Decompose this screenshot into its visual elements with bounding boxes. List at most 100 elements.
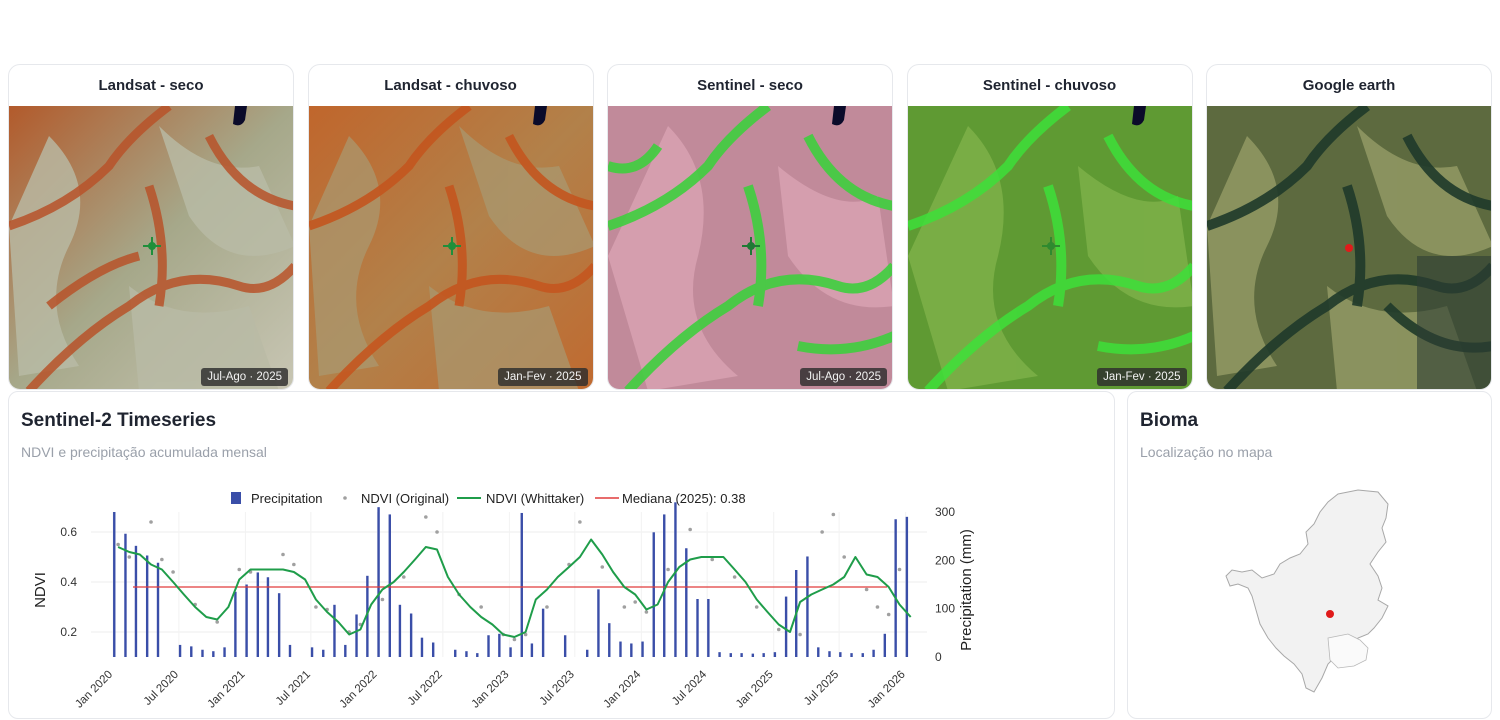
x-tick-label: Jan 2026 <box>866 669 908 711</box>
panel-subtitle: NDVI e precipitação acumulada mensal <box>21 444 267 460</box>
ndvi-point <box>798 632 802 637</box>
timeseries-chart[interactable]: Precipitation NDVI (Original) NDVI (Whit… <box>9 482 1009 718</box>
precip-bar <box>344 644 347 657</box>
precip-bar <box>256 572 260 657</box>
ndvi-point <box>897 567 902 572</box>
card-google-earth[interactable]: Google earth <box>1206 64 1492 390</box>
precip-bar <box>817 647 820 657</box>
ndvi-point <box>710 557 715 562</box>
x-tick-label: Jul 2023 <box>538 669 577 708</box>
precip-bar <box>178 644 182 657</box>
date-badge: Jan-Fev · 2025 <box>498 368 588 386</box>
ndvi-point <box>578 520 582 524</box>
y-axis-label: NDVI <box>32 572 49 608</box>
precip-bar <box>288 644 292 657</box>
precip-bar <box>277 593 281 657</box>
card-landsat-seco[interactable]: Landsat - seco Jul-Ago · 2025 <box>8 64 294 390</box>
ndvi-point <box>160 557 164 562</box>
precip-bar <box>420 637 424 657</box>
precip-bar <box>894 519 897 657</box>
y2-tick-label: 0 <box>935 650 942 664</box>
x-tick-label: Jul 2021 <box>274 669 313 708</box>
panel-subtitle: Localização no mapa <box>1140 444 1273 460</box>
ndvi-point <box>831 512 836 517</box>
precip-bar <box>124 533 127 657</box>
precip-bar <box>883 633 887 657</box>
satellite-image[interactable] <box>1207 106 1491 389</box>
card-title: Google earth <box>1302 77 1396 94</box>
ndvi-point <box>292 562 296 567</box>
precip-bar <box>641 641 644 657</box>
date-badge: Jul-Ago · 2025 <box>201 368 288 386</box>
precip-bar <box>861 653 864 657</box>
ndvi-whittaker-line <box>117 538 912 638</box>
precip-bar <box>409 613 413 657</box>
precip-bar <box>828 651 831 657</box>
ndvi-point <box>875 605 880 609</box>
ndvi-point <box>622 605 627 609</box>
card-sentinel-chuvoso[interactable]: Sentinel - chuvoso Jan-Fev · 2025 <box>906 64 1193 390</box>
precip-bar <box>905 516 909 657</box>
biome-shape <box>1225 489 1389 693</box>
precip-bar <box>322 649 325 657</box>
card-title: Landsat - chuvoso <box>384 77 517 94</box>
card-title: Sentinel - chuvoso <box>982 77 1117 94</box>
location-marker <box>1326 610 1334 618</box>
precip-bar <box>872 649 875 657</box>
legend-median-label: Mediana (2025): 0.38 <box>622 491 746 506</box>
precip-bar <box>718 652 721 657</box>
legend-ndvi-original-label: NDVI (Original) <box>361 491 449 506</box>
precip-bar <box>156 562 160 657</box>
x-tick-label: Jan 2022 <box>338 669 380 711</box>
card-title: Sentinel - seco <box>697 77 803 94</box>
precip-bar <box>850 653 853 657</box>
y2-axis-label: Precipitation (mm) <box>958 529 975 651</box>
ndvi-point <box>545 605 549 609</box>
panel-title: Bioma <box>1140 410 1199 431</box>
precip-bar <box>685 548 688 657</box>
precip-bar <box>134 545 138 657</box>
precip-bar <box>223 647 226 657</box>
precip-bar <box>652 532 655 657</box>
precip-bar <box>234 591 237 657</box>
precip-bar <box>355 614 358 657</box>
precip-bar <box>509 647 512 657</box>
satellite-image[interactable]: Jul-Ago · 2025 <box>608 106 892 389</box>
precip-bar <box>465 651 468 657</box>
ndvi-point <box>864 587 869 592</box>
ndvi-point <box>281 552 285 557</box>
precip-bar <box>740 653 743 657</box>
timeseries-panel: Sentinel-2 Timeseries NDVI e precipitaçã… <box>8 391 1115 719</box>
card-landsat-chuvoso[interactable]: Landsat - chuvoso Jan-Fev · 2025 <box>307 64 594 390</box>
precip-bar <box>707 599 710 657</box>
satellite-image[interactable]: Jan-Fev · 2025 <box>308 106 593 389</box>
precip-bar <box>266 577 270 657</box>
bioma-panel: Bioma Localização no mapa <box>1127 391 1492 719</box>
precip-bar <box>498 633 501 657</box>
precip-bar <box>541 608 545 657</box>
ndvi-point <box>380 597 385 602</box>
legend-ndvi-original-swatch <box>343 496 347 500</box>
precip-bar <box>784 596 788 657</box>
ndvi-point <box>754 605 759 609</box>
ndvi-point <box>820 530 824 534</box>
x-tick-label: Jan 2024 <box>602 668 644 710</box>
ndvi-point <box>886 612 891 617</box>
precip-bar <box>476 653 479 657</box>
precip-bar <box>663 514 666 657</box>
x-tick-label: Jan 2020 <box>73 669 115 711</box>
card-sentinel-seco[interactable]: Sentinel - seco Jul-Ago · 2025 <box>607 64 893 390</box>
ndvi-point <box>127 555 132 559</box>
precip-bar <box>762 653 765 657</box>
ndvi-point <box>732 575 737 579</box>
ndvi-point <box>842 555 846 559</box>
ndvi-point <box>666 567 670 572</box>
satellite-image[interactable]: Jan-Fev · 2025 <box>907 106 1192 389</box>
precip-bar <box>113 512 116 657</box>
precip-bar <box>245 584 248 657</box>
precip-bar <box>806 556 809 657</box>
location-marker <box>1345 244 1353 252</box>
satellite-image[interactable]: Jul-Ago · 2025 <box>9 106 293 389</box>
biome-map[interactable] <box>1218 488 1408 698</box>
chart-legend: Precipitation NDVI (Original) NDVI (Whit… <box>231 491 746 506</box>
